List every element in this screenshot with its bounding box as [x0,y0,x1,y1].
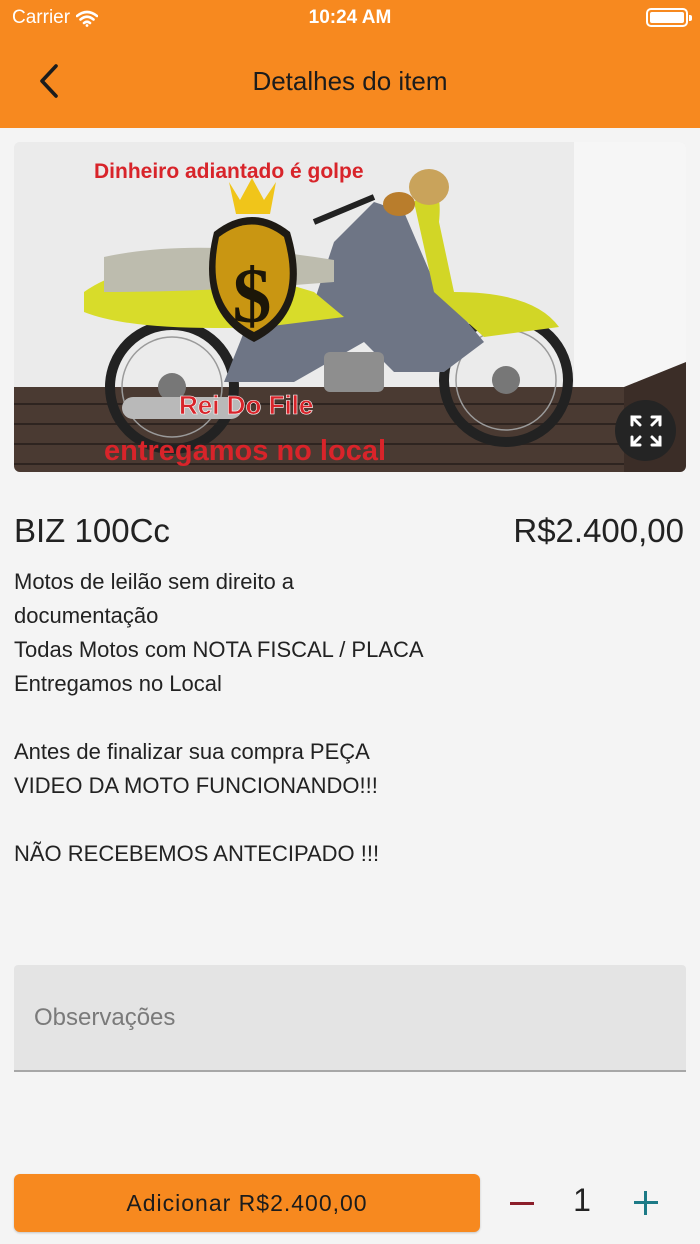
add-to-cart-label: Adicionar R$2.400,00 [126,1189,368,1216]
add-to-cart-button[interactable]: Adicionar R$2.400,00 [14,1174,480,1232]
expand-icon [630,415,661,446]
increase-quantity-button[interactable] [624,1180,668,1226]
svg-text:$: $ [233,252,272,339]
decrease-quantity-button[interactable] [502,1180,542,1226]
photo-overlay-brand: Rei Do File [179,390,313,420]
quantity-value: 1 [573,1182,591,1218]
photo-overlay-warning: Dinheiro adiantado é golpe [94,160,364,183]
item-description: Motos de leilão sem direito a documentaç… [14,569,424,866]
photo-overlay-delivery: entregamos no local [104,435,386,467]
status-bar: Carrier 10:24 AM [0,0,700,36]
item-photo[interactable]: $ Dinheiro adiantado é golpe Rei Do File… [14,142,686,472]
item-price: R$2.400,00 [513,512,684,549]
item-title: BIZ 100Cc [14,512,170,549]
page-title: Detalhes do item [252,66,448,96]
notes-field-container [14,965,686,1072]
navigation-bar: Detalhes do item [0,36,700,128]
expand-photo-button[interactable] [615,400,676,461]
battery-icon [646,8,692,27]
status-time: 10:24 AM [308,7,392,28]
notes-input[interactable] [14,965,686,1070]
app-header: Carrier 10:24 AM Detalhes do item [0,0,700,128]
motorcycle-photo: $ Dinheiro adiantado é golpe Rei Do File… [14,142,686,472]
minus-icon [510,1201,534,1205]
